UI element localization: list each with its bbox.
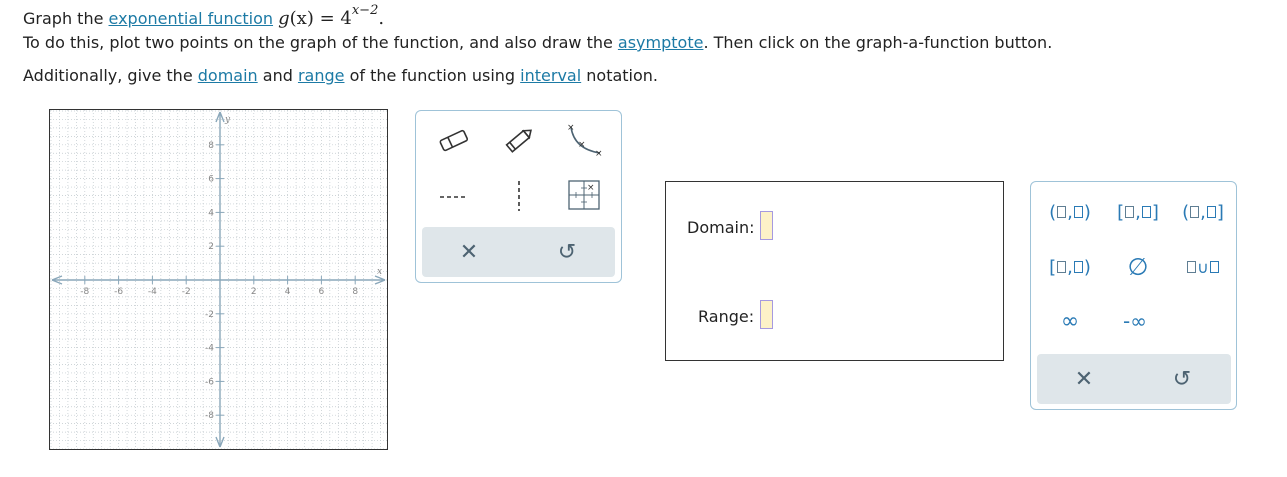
y-tick-label: 2 — [208, 242, 214, 252]
union-key[interactable]: ∪ — [1174, 252, 1232, 282]
x-tick-label: 6 — [319, 287, 325, 297]
func-name: g — [278, 8, 290, 29]
link-domain[interactable]: domain — [198, 66, 258, 85]
func-eq: = 4 — [313, 8, 352, 29]
graph-svg[interactable]: -8 -6 -4 -2 2 4 6 8 8 6 4 2 -2 -4 -6 -8 x y — [50, 110, 390, 450]
prompt-line-2: To do this, plot two points on the graph… — [23, 33, 1052, 52]
x-axis-label: x — [377, 267, 382, 277]
range-label: Range: — [698, 307, 755, 326]
func-exponent: x−2 — [351, 3, 379, 18]
neg-infinity-symbol: -∞ — [1123, 309, 1147, 333]
prompt-text: Additionally, give the — [23, 66, 198, 85]
prompt-line-1: Graph the exponential function g(x) = 4x… — [23, 3, 385, 29]
x-tick-label: -4 — [148, 287, 157, 297]
exponential-curve-icon: × × × — [567, 123, 603, 159]
domain-input[interactable] — [760, 211, 773, 240]
link-asymptote[interactable]: asymptote — [618, 33, 704, 52]
domain-label: Domain: — [687, 218, 755, 237]
exponential-tool[interactable]: × × × — [564, 121, 604, 161]
answer-panel: Domain: Range: — [665, 181, 1004, 361]
graph-canvas[interactable]: -8 -6 -4 -2 2 4 6 8 8 6 4 2 -2 -4 -6 -8 x y — [49, 109, 390, 450]
keypad-toolbar: ✕ ↺ — [1037, 354, 1231, 404]
func-arg: (x) — [289, 8, 314, 29]
x-tick-label: -2 — [182, 287, 191, 297]
prompt-text: Graph the — [23, 9, 109, 28]
empty-set-symbol: ∅ — [1127, 253, 1149, 281]
func-end: . — [378, 8, 385, 29]
close-icon: ✕ — [1074, 366, 1094, 392]
svg-text:×: × — [587, 183, 595, 193]
dashed-line-icon — [440, 196, 468, 198]
range-input[interactable] — [760, 300, 773, 329]
interval-keypad: (,) [,] (,] [,) ∅ ∪ ∞ -∞ ✕ ↺ — [1030, 181, 1237, 410]
infinity-key[interactable]: ∞ — [1041, 306, 1099, 336]
function-expression: g(x) = 4x−2. — [278, 3, 385, 29]
prompt-line-3: Additionally, give the domain and range … — [23, 66, 658, 85]
x-tick-label: 4 — [285, 287, 291, 297]
vertical-dashed-line-icon — [518, 181, 520, 211]
x-tick-label: -6 — [114, 287, 123, 297]
y-axis-label: y — [224, 115, 231, 125]
graph-function-button[interactable]: × — [564, 175, 604, 215]
vertical-asymptote-tool[interactable] — [499, 175, 539, 215]
close-icon: ✕ — [459, 239, 479, 265]
svg-text:×: × — [567, 123, 575, 133]
pencil-icon — [505, 129, 532, 153]
svg-text:×: × — [578, 140, 586, 150]
x-tick-label: -8 — [80, 287, 89, 297]
y-tick-label: -8 — [205, 411, 214, 421]
y-tick-label: 8 — [208, 141, 214, 151]
graph-function-icon: × — [568, 180, 600, 210]
prompt-text: and — [257, 66, 298, 85]
eraser-tool[interactable] — [434, 121, 474, 161]
clear-graph-button[interactable]: ✕ — [452, 235, 486, 269]
eraser-icon — [439, 129, 469, 152]
dashed-line-tool[interactable] — [434, 175, 474, 215]
left-closed-interval-key[interactable]: [,) — [1041, 252, 1099, 282]
y-tick-label: -6 — [205, 377, 214, 387]
prompt-text: To do this, plot two points on the graph… — [23, 33, 618, 52]
empty-set-key[interactable]: ∅ — [1109, 252, 1167, 282]
left-open-interval-key[interactable]: (,] — [1174, 197, 1232, 227]
x-tick-label: 2 — [251, 287, 257, 297]
pencil-tool[interactable] — [499, 121, 539, 161]
closed-interval-key[interactable]: [,] — [1109, 197, 1167, 227]
undo-keypad-button[interactable]: ↺ — [1165, 362, 1199, 396]
svg-text:×: × — [595, 149, 603, 159]
infinity-symbol: ∞ — [1060, 308, 1080, 334]
y-tick-label: -2 — [205, 310, 214, 320]
graph-toolbar: ✕ ↺ — [422, 227, 615, 277]
undo-icon: ↺ — [1172, 366, 1192, 392]
clear-keypad-button[interactable]: ✕ — [1067, 362, 1101, 396]
link-range[interactable]: range — [298, 66, 345, 85]
link-exponential-function[interactable]: exponential function — [109, 9, 274, 28]
y-tick-label: -4 — [205, 344, 214, 354]
prompt-text: . Then click on the graph-a-function but… — [703, 33, 1053, 52]
undo-graph-button[interactable]: ↺ — [550, 235, 584, 269]
y-tick-label: 4 — [208, 208, 214, 218]
undo-icon: ↺ — [557, 239, 577, 265]
negative-infinity-key[interactable]: -∞ — [1104, 306, 1166, 336]
link-interval[interactable]: interval — [520, 66, 581, 85]
prompt-text: of the function using — [344, 66, 521, 85]
open-interval-key[interactable]: (,) — [1041, 197, 1099, 227]
graph-toolbox: × × × × ✕ ↺ — [415, 110, 622, 283]
prompt-text: notation. — [581, 66, 658, 85]
x-tick-label: 8 — [352, 287, 358, 297]
y-tick-label: 6 — [208, 175, 214, 185]
